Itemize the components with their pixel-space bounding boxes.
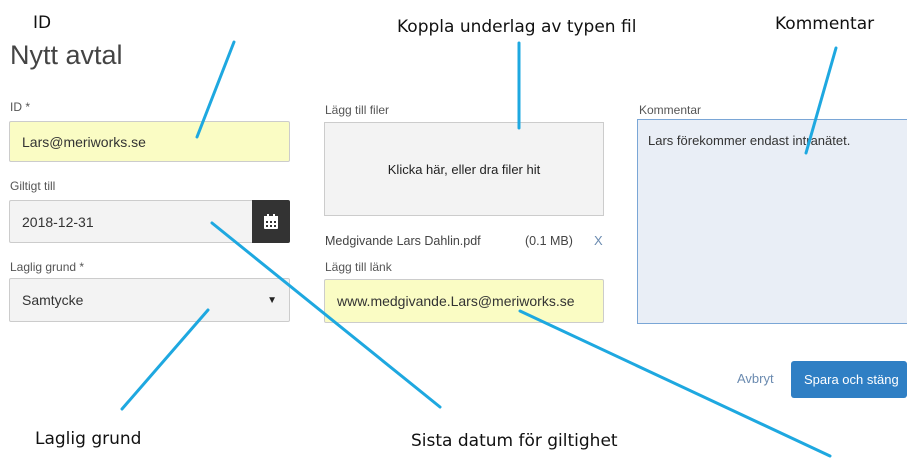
annotation-file: Koppla underlag av typen fil xyxy=(397,17,637,37)
valid-until-input[interactable]: 2018-12-31 xyxy=(9,200,253,243)
remove-file-button[interactable]: X xyxy=(594,233,603,248)
legal-basis-pointer-line xyxy=(120,308,210,411)
calendar-icon xyxy=(264,213,278,229)
page-title: Nytt avtal xyxy=(10,40,123,70)
annotation-comment: Kommentar xyxy=(775,14,875,34)
annotation-legal-basis: Laglig grund xyxy=(35,429,142,449)
cancel-button[interactable]: Avbryt xyxy=(737,371,774,386)
legal-basis-label: Laglig grund * xyxy=(10,260,85,274)
file-dropzone[interactable]: Klicka här, eller dra filer hit xyxy=(324,122,604,216)
valid-until-label: Giltigt till xyxy=(10,179,56,193)
save-close-button[interactable]: Spara och stäng xyxy=(791,361,907,398)
link-input[interactable]: www.medgivande.Lars@meriworks.se xyxy=(324,279,604,323)
attached-file-size: (0.1 MB) xyxy=(525,234,573,248)
comment-textarea[interactable]: Lars förekommer endast intranätet. xyxy=(637,119,907,324)
attached-file-name: Medgivande Lars Dahlin.pdf xyxy=(325,234,481,248)
files-label: Lägg till filer xyxy=(325,103,390,117)
calendar-button[interactable] xyxy=(252,200,290,243)
id-input[interactable]: Lars@meriworks.se xyxy=(9,121,290,162)
annotation-valid-until: Sista datum för giltighet xyxy=(411,431,618,451)
id-label: ID * xyxy=(10,100,31,114)
legal-basis-value: Samtycke xyxy=(22,292,84,308)
caret-down-icon: ▼ xyxy=(267,294,277,306)
annotation-id: ID xyxy=(33,13,52,33)
link-label: Lägg till länk xyxy=(325,260,392,274)
legal-basis-select[interactable]: Samtycke ▼ xyxy=(9,278,290,322)
comment-label: Kommentar xyxy=(639,103,702,117)
